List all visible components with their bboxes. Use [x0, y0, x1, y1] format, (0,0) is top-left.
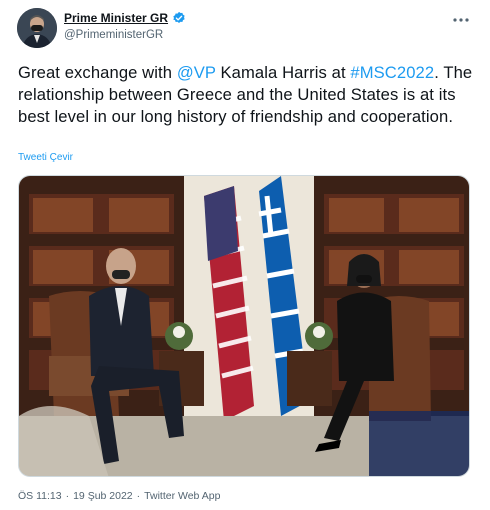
- hashtag-link[interactable]: #MSC2022: [350, 63, 434, 82]
- tweet-meta: ÖS 11:13 · 19 Şub 2022 · Twitter Web App: [18, 490, 220, 502]
- tweet-photo[interactable]: [18, 175, 470, 477]
- meta-separator: ·: [65, 490, 70, 502]
- tweet-text-part: Kamala Harris at: [215, 63, 351, 82]
- tweet-card: Prime Minister GR @PrimeministerGR Great…: [0, 0, 490, 510]
- tweet-date[interactable]: 19 Şub 2022: [73, 490, 133, 502]
- more-options-icon[interactable]: [452, 12, 470, 22]
- tweet-text: Great exchange with @VP Kamala Harris at…: [18, 62, 473, 128]
- tweet-time[interactable]: ÖS 11:13: [18, 490, 62, 502]
- meta-separator: ·: [136, 490, 141, 502]
- author-display-name[interactable]: Prime Minister GR: [64, 11, 168, 25]
- tweet-source-app[interactable]: Twitter Web App: [144, 490, 220, 502]
- author-handle[interactable]: @PrimeministerGR: [64, 29, 163, 41]
- mention-link[interactable]: @VP: [177, 63, 216, 82]
- author-avatar[interactable]: [17, 8, 57, 48]
- author-name-row: Prime Minister GR: [64, 11, 186, 25]
- verified-badge-icon: [172, 11, 186, 25]
- tweet-text-part: Great exchange with: [18, 63, 177, 82]
- translate-tweet-link[interactable]: Tweeti Çevir: [18, 152, 73, 163]
